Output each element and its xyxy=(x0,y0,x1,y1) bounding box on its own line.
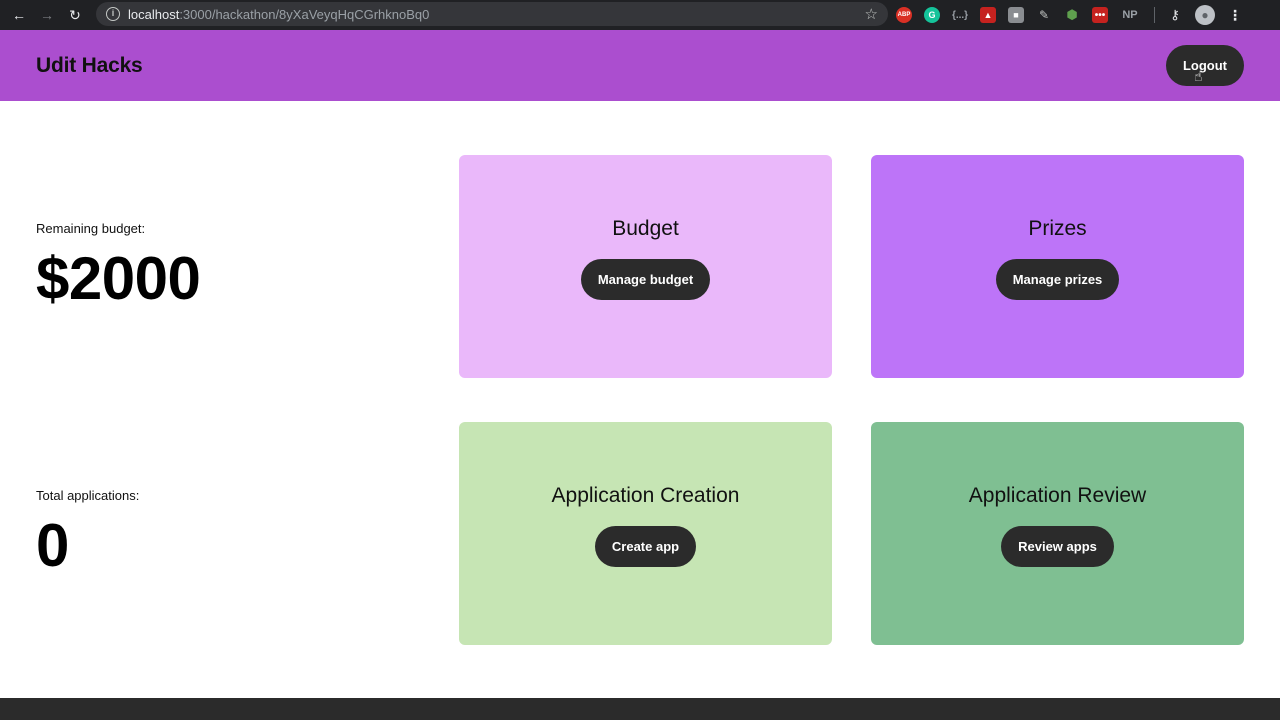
budget-card-title: Budget xyxy=(612,217,679,240)
forward-arrow-icon[interactable]: → xyxy=(38,6,56,24)
logout-button[interactable]: Logout xyxy=(1166,45,1244,86)
site-info-icon[interactable]: i xyxy=(106,7,120,21)
prizes-card: Prizes Manage prizes xyxy=(871,155,1244,378)
application-creation-card-title: Application Creation xyxy=(551,484,740,507)
review-apps-button[interactable]: Review apps xyxy=(1001,526,1114,567)
address-bar[interactable]: i localhost:3000/hackathon/8yXaVeyqHqCGr… xyxy=(96,2,888,26)
reload-icon[interactable]: ↻ xyxy=(66,6,84,24)
manage-budget-button[interactable]: Manage budget xyxy=(580,259,711,300)
back-arrow-icon[interactable]: ← xyxy=(10,6,28,24)
total-applications-value: 0 xyxy=(36,512,69,579)
prizes-card-title: Prizes xyxy=(1028,217,1087,240)
application-creation-card: Application Creation Create app xyxy=(459,422,832,645)
browser-toolbar: ← → ↻ i localhost:3000/hackathon/8yXaVey… xyxy=(0,0,1280,30)
total-applications-stat: Total applications: 0 xyxy=(36,488,139,580)
bookmark-star-icon[interactable]: ☆ xyxy=(865,5,878,23)
extension-dots-icon[interactable]: ••• xyxy=(1092,7,1108,23)
application-review-card: Application Review Review apps xyxy=(871,422,1244,645)
manage-prizes-button[interactable]: Manage prizes xyxy=(995,259,1120,300)
total-applications-label: Total applications: xyxy=(36,488,140,503)
extension-grey-icon[interactable]: ■ xyxy=(1008,7,1024,23)
brand-title: Udit Hacks xyxy=(36,53,143,77)
pointer-cursor-icon: ☝ xyxy=(1194,68,1203,84)
extension-red-icon[interactable]: ▲ xyxy=(980,7,996,23)
toolbar-divider xyxy=(1154,7,1155,23)
browser-menu-icon[interactable]: ⋮ xyxy=(1227,7,1243,23)
adblock-plus-icon[interactable]: ABP xyxy=(896,7,912,23)
profile-avatar-icon[interactable]: ● xyxy=(1195,5,1215,25)
remaining-budget-stat: Remaining budget: $2000 xyxy=(36,221,201,313)
budget-card: Budget Manage budget xyxy=(459,155,832,378)
nodejs-icon[interactable]: ⬢ xyxy=(1064,7,1080,23)
pen-icon[interactable]: ✎ xyxy=(1036,7,1052,23)
address-url[interactable]: localhost:3000/hackathon/8yXaVeyqHqCGrhk… xyxy=(128,7,429,22)
application-review-card-title: Application Review xyxy=(968,484,1147,507)
np-extension-icon[interactable]: NP xyxy=(1120,7,1140,23)
url-host: localhost xyxy=(128,6,180,22)
page-footer xyxy=(0,698,1280,720)
app-header: Udit Hacks Logout xyxy=(0,30,1280,101)
grammarly-icon[interactable]: G xyxy=(924,7,940,23)
create-app-button[interactable]: Create app xyxy=(594,526,697,567)
url-path: :3000/hackathon/8yXaVeyqHqCGrhknoBq0 xyxy=(179,6,430,22)
json-viewer-icon[interactable]: {...} xyxy=(952,7,968,23)
remaining-budget-value: $2000 xyxy=(36,245,201,312)
key-icon[interactable]: ⚷ xyxy=(1167,7,1183,23)
extensions-bar: ABP G {...} ▲ ■ ✎ ⬢ ••• NP ⚷ ● ⋮ xyxy=(896,4,1243,26)
remaining-budget-label: Remaining budget: xyxy=(36,221,146,236)
